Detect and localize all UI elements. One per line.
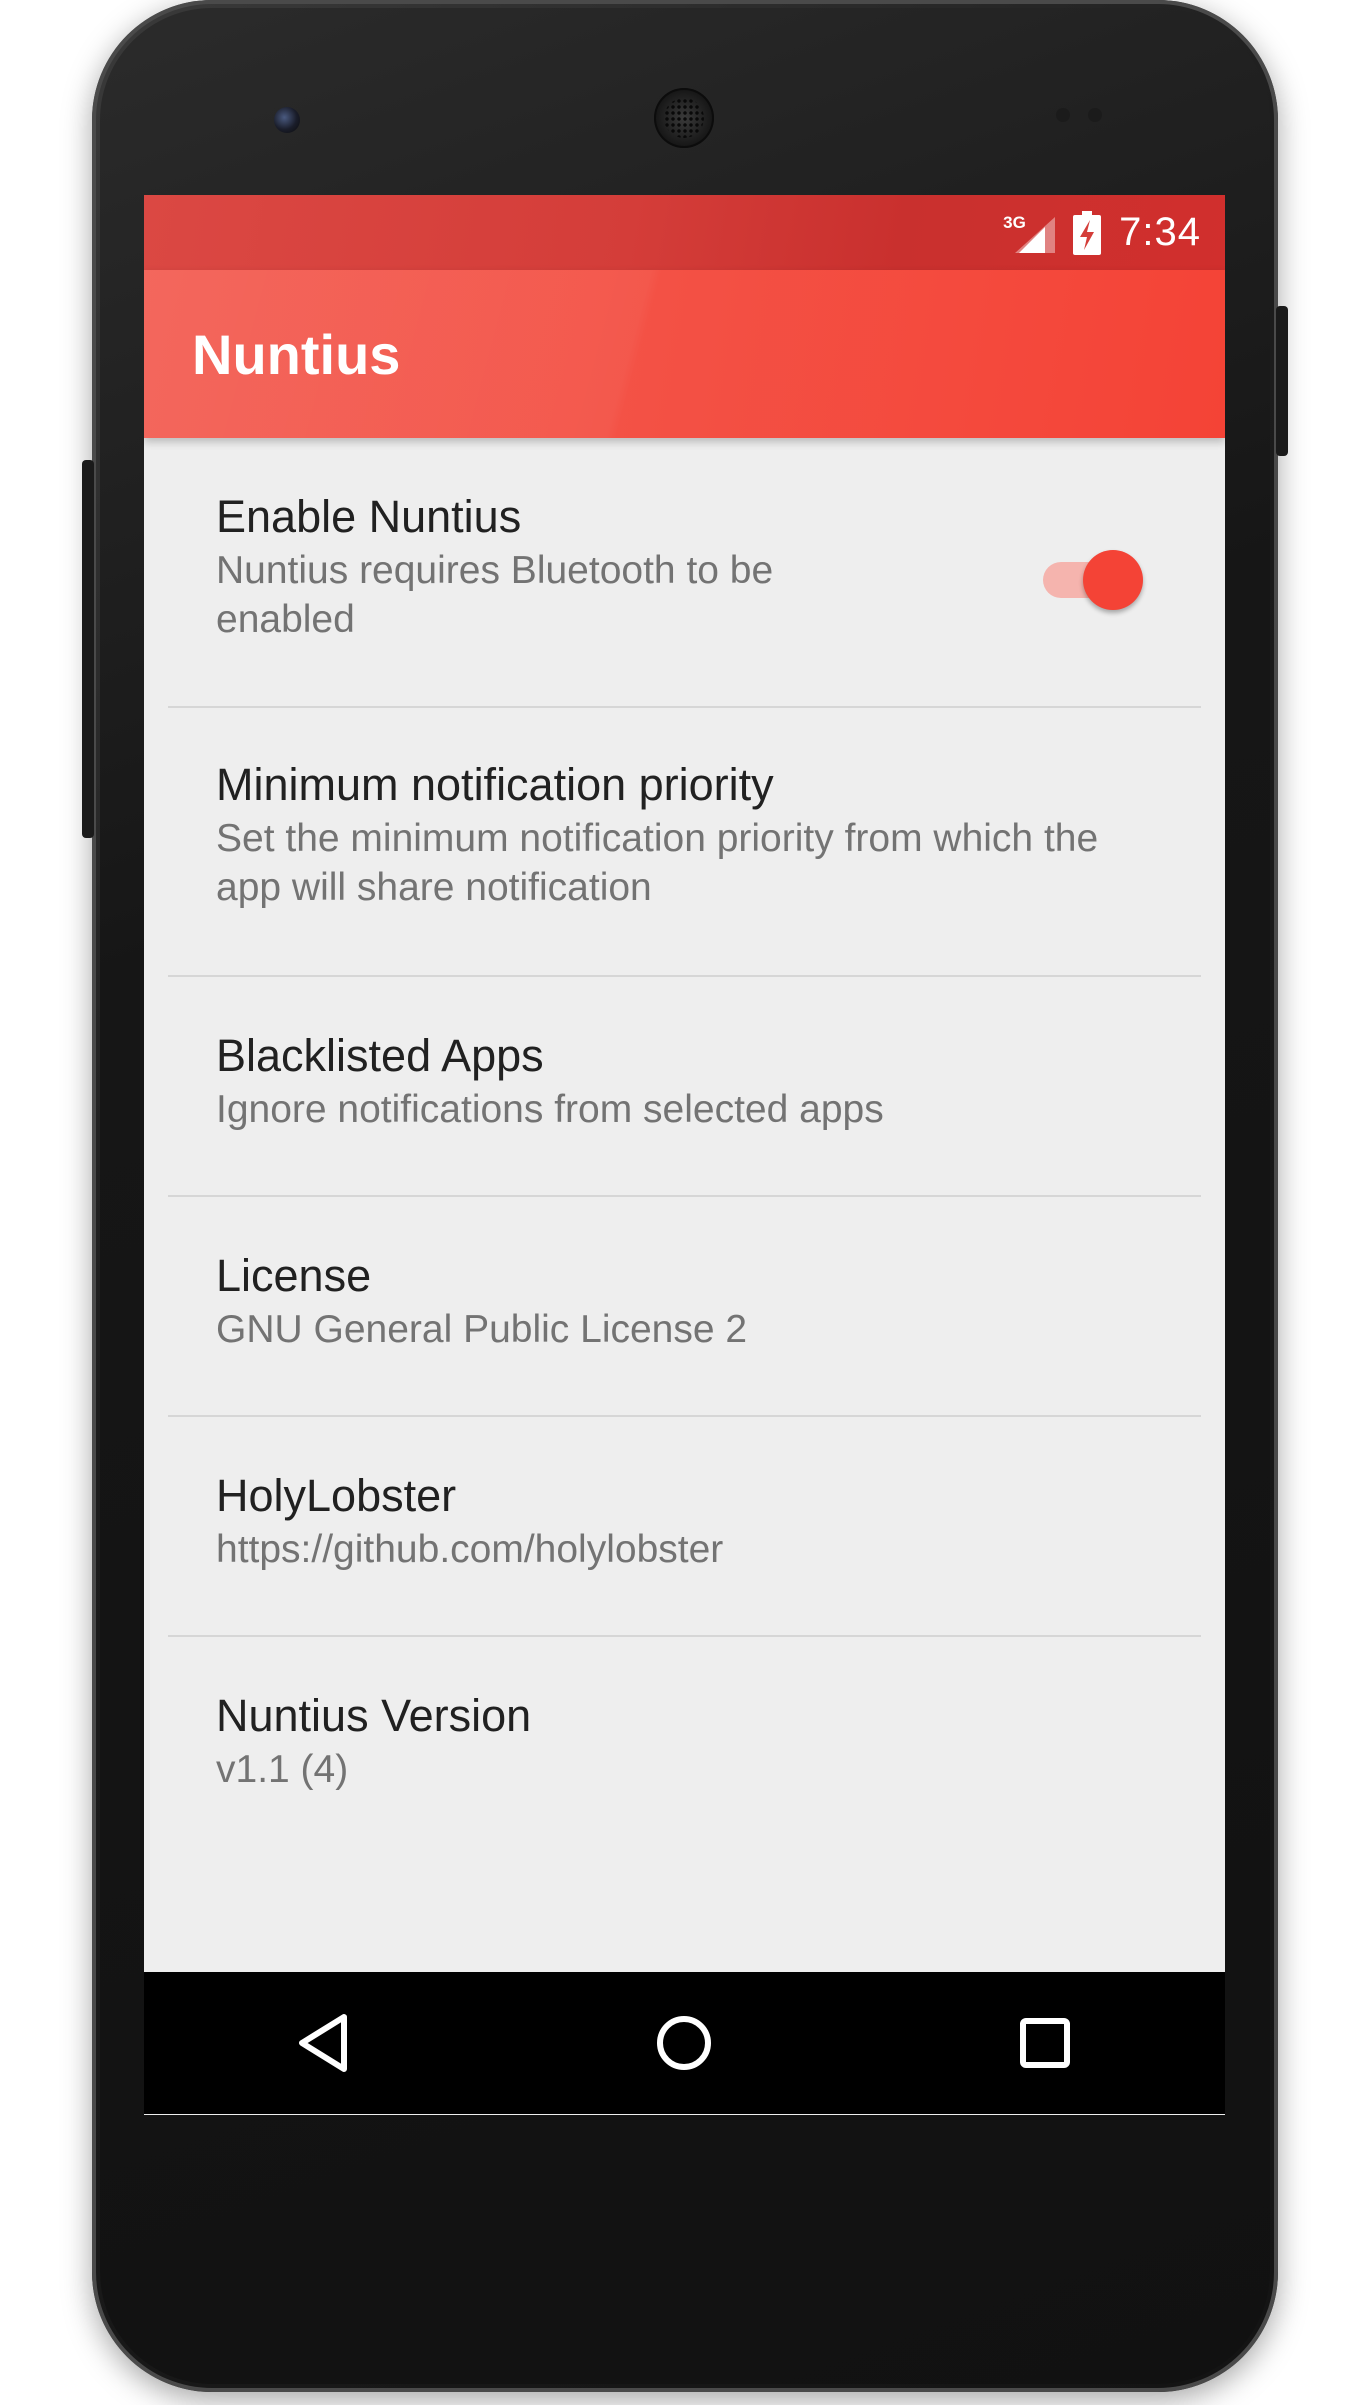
status-clock: 7:34 (1119, 210, 1201, 254)
pref-license[interactable]: License GNU General Public License 2 (144, 1197, 1225, 1417)
pref-summary: Set the minimum notification priority fr… (216, 817, 1099, 909)
recents-icon (1019, 2018, 1070, 2068)
pref-summary: Nuntius requires Bluetooth to be enabled (216, 549, 774, 641)
pref-summary: Ignore notifications from selected apps (216, 1088, 884, 1131)
proximity-sensor (1056, 108, 1070, 122)
pref-title: HolyLobster (216, 1470, 457, 1521)
battery-charging-icon (1073, 210, 1102, 255)
pref-min-notification-priority[interactable]: Minimum notification priority Set the mi… (144, 708, 1225, 977)
pref-blacklisted-apps[interactable]: Blacklisted Apps Ignore notifications fr… (144, 977, 1225, 1197)
back-icon (299, 2014, 348, 2072)
pref-summary: https://github.com/holylobster (216, 1528, 724, 1571)
cell-signal-icon: 3G (1003, 211, 1056, 255)
switch-thumb (1083, 550, 1143, 610)
home-button[interactable] (649, 2008, 719, 2078)
status-bar: 3G 7:34 (144, 195, 1225, 270)
pref-title: Enable Nuntius (216, 491, 522, 542)
signal-bars-icon (1015, 216, 1056, 253)
front-camera (274, 107, 300, 133)
home-icon (657, 2016, 712, 2070)
pref-holylobster[interactable]: HolyLobster https://github.com/holylobst… (144, 1417, 1225, 1637)
screen: 3G 7:34 Nuntius Enable Nuntius Nuntius r… (144, 195, 1225, 2115)
back-button[interactable] (289, 2008, 359, 2078)
status-icons: 3G 7:34 (1003, 195, 1201, 270)
app-title: Nuntius (192, 322, 401, 386)
earpiece-speaker (654, 88, 714, 148)
pref-enable-nuntius[interactable]: Enable Nuntius Nuntius requires Bluetoot… (144, 438, 1225, 708)
toolbar: Nuntius (144, 270, 1225, 438)
pref-version[interactable]: Nuntius Version v1.1 (4) (144, 1637, 1225, 1857)
pref-title: Nuntius Version (216, 1690, 532, 1741)
settings-list: Enable Nuntius Nuntius requires Bluetoot… (144, 438, 1225, 1857)
recents-button[interactable] (1010, 2008, 1080, 2078)
enable-switch[interactable] (1043, 546, 1143, 610)
pref-title: Blacklisted Apps (216, 1030, 544, 1081)
light-sensor (1088, 108, 1102, 122)
navigation-bar (144, 1972, 1225, 2114)
pref-title: Minimum notification priority (216, 759, 774, 810)
pref-summary: GNU General Public License 2 (216, 1308, 748, 1351)
pref-summary: v1.1 (4) (216, 1748, 349, 1791)
volume-button (82, 460, 94, 838)
pref-title: License (216, 1250, 372, 1301)
power-button (1276, 306, 1288, 456)
